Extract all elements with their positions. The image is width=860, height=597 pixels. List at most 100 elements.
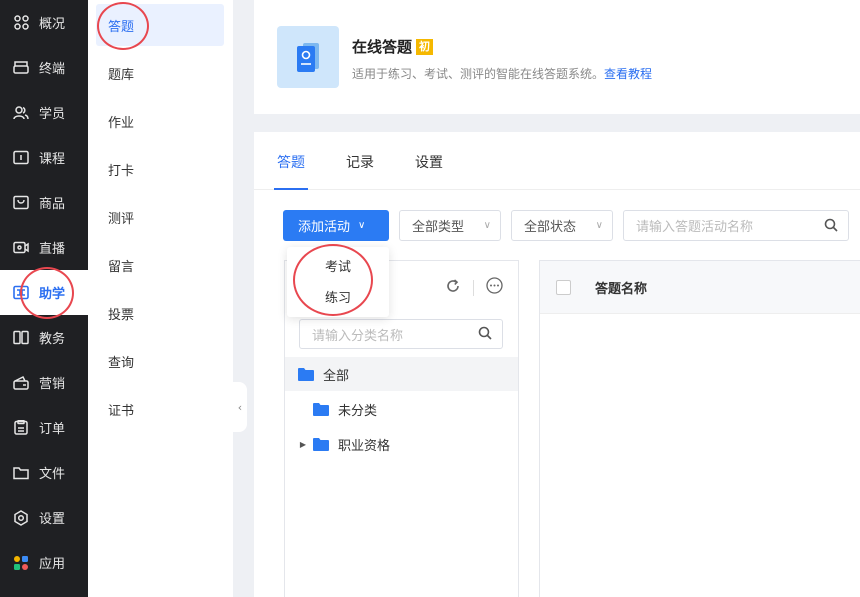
chevron-down-icon: ∨	[483, 220, 491, 231]
nav-item-students[interactable]: 学员	[0, 90, 88, 135]
subnav-item-answer[interactable]: 答题	[96, 4, 224, 46]
chevron-down-icon: ∨	[595, 220, 603, 231]
tree-node-uncategorized[interactable]: 未分类	[285, 392, 518, 426]
nav-item-live[interactable]: 直播	[0, 225, 88, 270]
terminal-icon	[13, 60, 29, 76]
activity-search-input[interactable]: 请输入答题活动名称	[623, 210, 849, 241]
tab-records[interactable]: 记录	[346, 152, 374, 190]
nav-label: 商品	[39, 197, 66, 212]
nav-item-study-assist[interactable]: 助学	[0, 270, 88, 315]
goods-icon	[13, 195, 29, 211]
study-assist-icon	[13, 285, 29, 301]
tree-node-professional-qualification[interactable]: ▶ 职业资格	[285, 427, 518, 461]
refresh-icon[interactable]	[445, 278, 461, 298]
subnav-item-homework[interactable]: 作业	[96, 100, 224, 142]
settings-icon	[13, 509, 29, 526]
category-search-placeholder: 请输入分类名称	[312, 328, 404, 344]
main-nav: 概况 终端 学员 课程 商品 直播 助学 教务 营销 订单 文件 设置 应用	[0, 0, 88, 597]
nav-item-overview[interactable]: 概况	[0, 0, 88, 45]
folder-icon	[298, 367, 314, 381]
nav-label: 概况	[39, 17, 66, 32]
nav-label: 课程	[39, 152, 66, 167]
nav-item-goods[interactable]: 商品	[0, 180, 88, 225]
select-all-checkbox[interactable]	[556, 279, 571, 295]
course-icon	[13, 150, 29, 166]
divider	[473, 279, 474, 296]
category-tools	[445, 277, 503, 298]
nav-item-order[interactable]: 订单	[0, 405, 88, 450]
dashboard-icon	[13, 15, 29, 31]
tree-node-all[interactable]: 全部	[285, 357, 518, 391]
search-placeholder: 请输入答题活动名称	[636, 220, 754, 235]
nav-item-settings[interactable]: 设置	[0, 495, 88, 540]
page-title-text: 在线答题	[352, 38, 413, 56]
main-card: 答题 记录 设置 添加活动 ∨ 全部类型 ∨ 全部状态 ∨ 请输入答题活动名称 …	[254, 132, 860, 597]
nav-item-terminal[interactable]: 终端	[0, 45, 88, 90]
nav-label: 教务	[39, 332, 66, 347]
category-search-input[interactable]: 请输入分类名称	[299, 319, 503, 349]
academic-icon	[13, 330, 29, 346]
level-badge: 初	[416, 39, 434, 55]
subnav-item-assessment[interactable]: 测评	[96, 196, 224, 238]
type-filter-value: 全部类型	[412, 220, 465, 235]
marketing-icon	[13, 375, 29, 391]
subnav-item-checkin[interactable]: 打卡	[96, 148, 224, 190]
tree-node-label: 全部	[323, 368, 350, 384]
folder-icon	[13, 465, 29, 481]
subnav-item-certificate[interactable]: 证书	[96, 388, 224, 430]
nav-item-marketing[interactable]: 营销	[0, 360, 88, 405]
chevron-down-icon: ∨	[358, 220, 366, 231]
dropdown-item-exam[interactable]: 考试	[287, 256, 389, 275]
tab-answer[interactable]: 答题	[274, 152, 308, 190]
nav-label: 文件	[39, 467, 66, 482]
table-header: 答题名称	[540, 261, 860, 314]
nav-label: 应用	[39, 557, 66, 572]
nav-item-files[interactable]: 文件	[0, 450, 88, 495]
subnav-item-query[interactable]: 查询	[96, 340, 224, 382]
chevron-left-icon: ‹	[237, 400, 243, 414]
search-icon[interactable]	[478, 326, 492, 344]
description-text: 适用于练习、考试、测评的智能在线答题系统。	[352, 67, 605, 81]
caret-right-icon[interactable]: ▶	[297, 440, 309, 449]
nav-item-course[interactable]: 课程	[0, 135, 88, 180]
nav-label: 学员	[39, 107, 66, 122]
activity-table: 答题名称	[539, 260, 860, 597]
add-activity-label: 添加活动	[298, 220, 351, 235]
folder-icon	[313, 437, 329, 451]
status-filter-value: 全部状态	[524, 220, 577, 235]
subnav-item-question-bank[interactable]: 题库	[96, 52, 224, 94]
live-icon	[13, 240, 29, 256]
students-icon	[13, 105, 29, 121]
type-filter-select[interactable]: 全部类型 ∨	[399, 210, 501, 241]
tree-node-label: 职业资格	[338, 438, 391, 454]
status-filter-select[interactable]: 全部状态 ∨	[511, 210, 613, 241]
sub-nav: 答题 题库 作业 打卡 测评 留言 投票 查询 证书	[88, 0, 233, 597]
nav-label: 直播	[39, 242, 66, 257]
subnav-item-message[interactable]: 留言	[96, 244, 224, 286]
folder-icon	[313, 402, 329, 416]
nav-label: 助学	[39, 287, 66, 302]
view-tutorial-link[interactable]: 查看教程	[604, 67, 652, 81]
quiz-app-logo-icon	[277, 26, 339, 88]
order-icon	[13, 420, 29, 436]
app-header-card: 在线答题初 适用于练习、考试、测评的智能在线答题系统。查看教程	[254, 0, 860, 114]
apps-icon	[13, 555, 29, 571]
tab-settings[interactable]: 设置	[415, 152, 443, 190]
nav-label: 终端	[39, 62, 66, 77]
nav-label: 营销	[39, 377, 66, 392]
collapse-sidebar-button[interactable]: ‹	[233, 382, 247, 432]
add-activity-dropdown: 考试 练习	[287, 247, 389, 317]
nav-item-academic[interactable]: 教务	[0, 315, 88, 360]
dropdown-item-practice[interactable]: 练习	[287, 287, 389, 306]
nav-label: 设置	[39, 512, 66, 527]
nav-item-apps[interactable]: 应用	[0, 540, 88, 585]
more-options-icon[interactable]	[486, 277, 503, 298]
page-title: 在线答题初	[352, 36, 434, 57]
search-icon[interactable]	[824, 218, 838, 236]
add-activity-button[interactable]: 添加活动 ∨	[283, 210, 389, 241]
column-header-name: 答题名称	[595, 281, 648, 297]
page-description: 适用于练习、考试、测评的智能在线答题系统。查看教程	[352, 65, 652, 82]
tabs-bar: 答题 记录 设置	[254, 132, 860, 190]
nav-label: 订单	[39, 422, 66, 437]
subnav-item-vote[interactable]: 投票	[96, 292, 224, 334]
